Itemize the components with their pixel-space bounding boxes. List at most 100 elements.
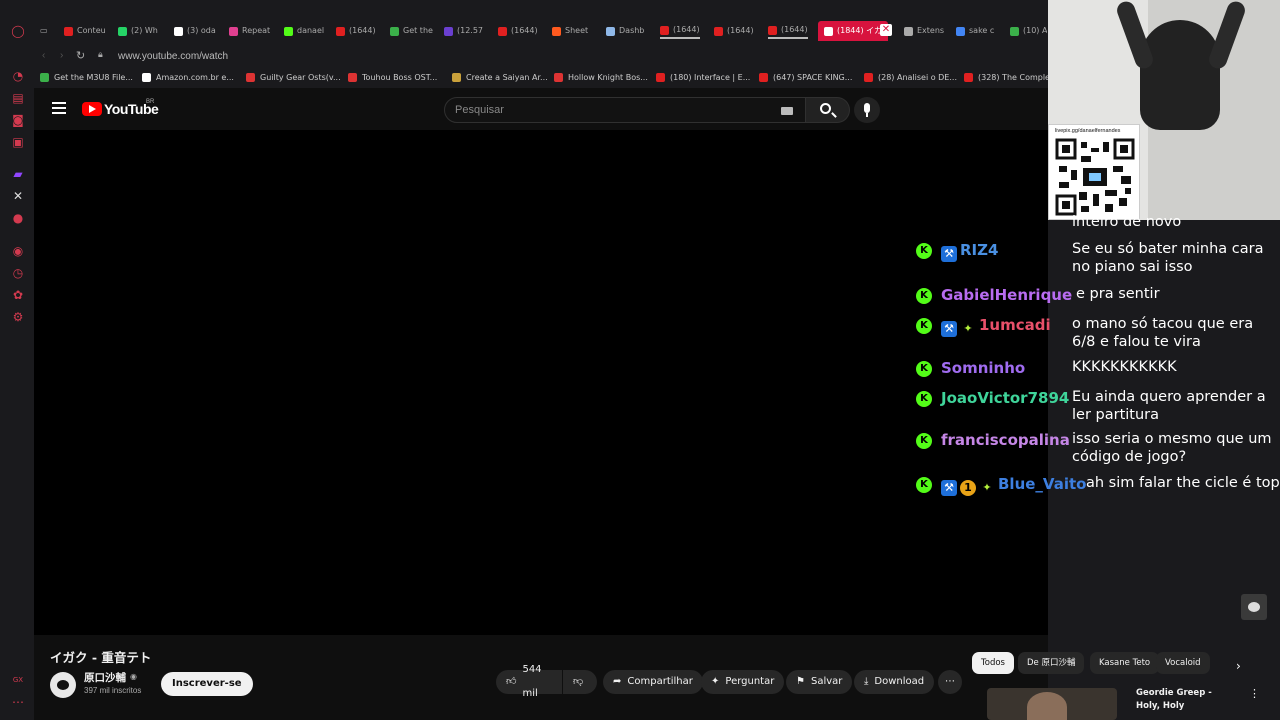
tab-favicon-icon <box>64 26 73 36</box>
share-button[interactable]: ➦ Compartilhar <box>603 670 703 694</box>
browser-tab[interactable]: (3) oda <box>174 23 216 39</box>
bookmark-item[interactable]: (28) Analisei o DE... <box>864 73 957 82</box>
browser-tab[interactable]: (12.57 <box>444 23 483 39</box>
channel-avatar[interactable] <box>50 672 76 698</box>
gx-icon[interactable]: GX <box>10 672 26 688</box>
browser-tab[interactable]: Dashb <box>606 23 644 39</box>
browser-tab[interactable]: (1644) <box>714 23 754 39</box>
youtube-logo-icon[interactable] <box>82 102 102 116</box>
bookmark-favicon-icon <box>554 73 563 82</box>
chat-username[interactable]: ⚒ RIZ4 <box>941 241 998 262</box>
chat-username[interactable]: Somninho <box>941 359 1025 377</box>
tab-favicon-icon <box>1010 26 1019 36</box>
player-icon[interactable]: ◉ <box>10 243 26 259</box>
chat-username[interactable]: franciscopalina <box>941 431 1070 449</box>
dislike-button[interactable]: 👎︎ <box>563 670 597 694</box>
menu-icon[interactable] <box>52 102 66 114</box>
share-icon: ➦ <box>613 676 622 687</box>
bookmark-item[interactable]: Amazon.com.br e... <box>142 73 234 82</box>
browser-tab[interactable]: danael <box>284 23 324 39</box>
save-button[interactable]: ⚑ Salvar <box>786 670 853 694</box>
related-thumbnail[interactable] <box>987 688 1117 720</box>
forward-icon[interactable]: › <box>60 50 63 61</box>
related-menu-icon[interactable]: ⋮ <box>1249 687 1260 700</box>
browser-tab[interactable]: Extens <box>904 23 944 39</box>
subscribe-button[interactable]: Inscrever-se <box>161 672 253 696</box>
chat-username[interactable]: GabielHenrique <box>941 286 1072 304</box>
like-button[interactable]: 👍︎ 544 mil <box>496 664 562 699</box>
like-count: 544 mil <box>522 664 542 699</box>
download-button[interactable]: ⤓ Download <box>854 670 935 694</box>
browser-tab[interactable]: (1844) イガ <box>818 21 888 41</box>
browser-tab[interactable]: (1644) <box>498 23 538 39</box>
youtube-music-icon[interactable]: ● <box>10 210 26 226</box>
channel-watermark[interactable] <box>1241 594 1267 620</box>
crypto-wallet-icon[interactable]: ▤ <box>10 90 26 106</box>
bookmark-item[interactable]: (328) The Comple <box>964 73 1050 82</box>
more-actions-button[interactable]: ⋯ <box>938 670 962 694</box>
chat-username[interactable]: ⚒ ✦ 1umcadi <box>941 316 1051 337</box>
bookmark-item[interactable]: Get the M3U8 File... <box>40 73 133 82</box>
browser-tab[interactable]: (10) A <box>1010 23 1047 39</box>
bookmark-favicon-icon <box>452 73 461 82</box>
keyboard-icon[interactable] <box>781 107 793 115</box>
search-button[interactable] <box>806 97 850 123</box>
x-icon[interactable]: ✕ <box>10 188 26 204</box>
browser-tab[interactable]: (2) Wh <box>118 23 158 39</box>
tab-label: Repeat <box>242 26 271 35</box>
browser-tab[interactable]: Get the <box>390 23 433 39</box>
tab-search-icon[interactable]: ▭ <box>40 23 48 39</box>
tab-label: sake c <box>969 26 995 35</box>
bookmark-item[interactable]: (180) Interface | E... <box>656 73 750 82</box>
bookmark-item[interactable]: (647) SPACE KING... <box>759 73 852 82</box>
chat-message-text: e pra sentir <box>1076 286 1160 302</box>
instagram-icon[interactable]: ◙ <box>10 112 26 128</box>
history-icon[interactable]: ◷ <box>10 265 26 281</box>
chips-next-icon[interactable]: › <box>1236 659 1241 673</box>
messenger-icon[interactable]: ▣ <box>10 134 26 150</box>
browser-tab[interactable]: Conteu <box>64 23 106 39</box>
video-player[interactable] <box>34 130 1048 635</box>
voice-search-button[interactable] <box>854 97 880 123</box>
bookmark-item[interactable]: Create a Saiyan Ar... <box>452 73 548 82</box>
tab-label: (1644) <box>727 26 754 35</box>
related-video-title[interactable]: Geordie Greep - Holy, Holy <box>1136 687 1236 713</box>
tab-bar: ▭ Conteu (2) Wh (3) oda Repeat danael (1644) G… <box>34 20 1048 42</box>
reload-icon[interactable]: ↻ <box>76 49 85 62</box>
chat-message-text: Se eu só bater minha cara no piano sai i… <box>1072 241 1264 275</box>
filter-chip[interactable]: Todos <box>972 652 1014 674</box>
settings-icon[interactable]: ⚙ <box>10 309 26 325</box>
bookmark-item[interactable]: Guilty Gear Osts(v... <box>246 73 341 82</box>
filter-chip[interactable]: Kasane Teto <box>1090 652 1160 674</box>
filter-chip[interactable]: Vocaloid <box>1156 652 1210 674</box>
chat-username-text: Somninho <box>941 359 1026 377</box>
more-icon[interactable]: ⋯ <box>10 694 26 710</box>
twitch-icon[interactable]: ▰ <box>10 166 26 182</box>
browser-tab[interactable]: sake c <box>956 23 994 39</box>
browser-tab[interactable]: Repeat <box>229 23 270 39</box>
channel-name[interactable]: 原口沙輔 <box>84 670 126 685</box>
kick-icon: K <box>916 361 932 377</box>
opera-logo-icon[interactable]: ◯ <box>10 23 26 39</box>
tab-favicon-icon <box>498 26 507 36</box>
kick-icon: K <box>916 288 932 304</box>
url-field[interactable]: www.youtube.com/watch <box>118 51 228 62</box>
bookmark-item[interactable]: Hollow Knight Bos... <box>554 73 648 82</box>
bookmark-label: (647) SPACE KING... <box>773 73 853 82</box>
chat-username[interactable]: ⚒ 1 ✦ Blue_Vaito <box>941 475 1086 496</box>
tab-label: Conteu <box>77 26 106 35</box>
back-icon[interactable]: ‹ <box>42 50 45 61</box>
browser-tab[interactable]: Sheet <box>552 23 588 39</box>
filter-chip[interactable]: De 原口沙輔 <box>1018 652 1085 674</box>
ask-button[interactable]: ✦ Perguntar <box>701 670 785 694</box>
browser-tab[interactable]: (1644) <box>336 23 376 39</box>
browser-tab[interactable]: (1644) <box>660 23 700 39</box>
bookmark-item[interactable]: Touhou Boss OST... <box>348 73 437 82</box>
chat-username[interactable]: JoaoVictor7894 <box>941 389 1069 407</box>
search-input[interactable]: Pesquisar <box>444 97 806 123</box>
extensions-icon[interactable]: ✿ <box>10 287 26 303</box>
aria-icon[interactable]: ◔ <box>10 68 26 84</box>
browser-tab[interactable]: (1644) <box>768 23 808 39</box>
close-tab-icon[interactable]: ✕ <box>880 24 892 36</box>
browser-sidebar: ◯ ◔ ▤ ◙ ▣ ▰ ✕ ● ◉ ◷ ✿ ⚙ GX ⋯ <box>0 0 34 720</box>
